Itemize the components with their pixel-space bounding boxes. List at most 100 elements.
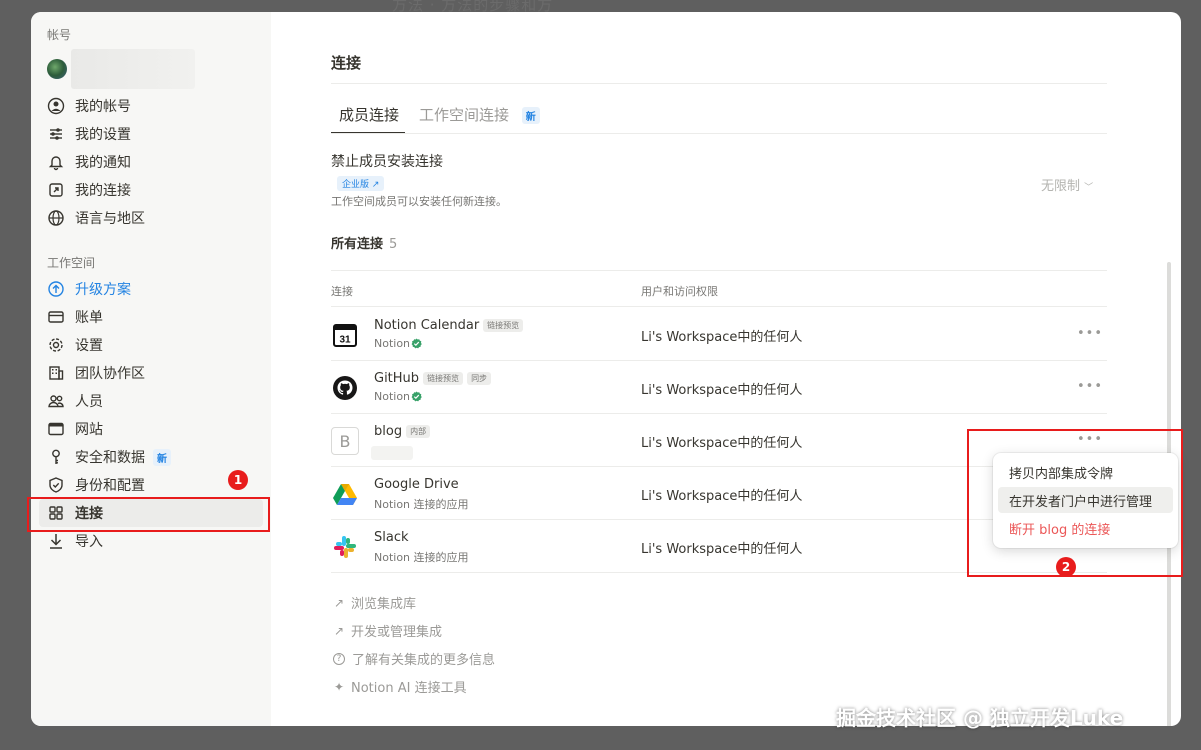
connection-name: Google Drive	[374, 477, 459, 492]
settings-modal: 帐号 我的帐号 我的设置 我的通知 我的连接 语言与地区 工作空间 升级方案 账…	[31, 12, 1181, 726]
sidebar-item-label: 人员	[75, 394, 103, 410]
connection-access: Li's Workspace中的任何人	[641, 383, 803, 398]
user-circle-icon	[47, 97, 65, 115]
sidebar-item-my-notifications[interactable]: 我的通知	[39, 148, 263, 176]
arrow-up-right-icon: ↗	[333, 623, 345, 638]
connection-publisher: Notion 连接的应用	[374, 496, 469, 512]
connection-access: Li's Workspace中的任何人	[641, 542, 803, 557]
sidebar-item-language-region[interactable]: 语言与地区	[39, 204, 263, 232]
building-icon	[47, 364, 65, 382]
account-section-label: 帐号	[47, 28, 72, 42]
sidebar-item-billing[interactable]: 账单	[39, 303, 263, 331]
question-circle-icon: ?	[333, 652, 345, 665]
restrict-install-title: 禁止成员安装连接	[331, 154, 443, 170]
sidebar-item-label: 网站	[75, 422, 103, 438]
annotation-box-1	[27, 497, 270, 532]
account-profile[interactable]	[47, 49, 247, 89]
sidebar-item-teamspaces[interactable]: 团队协作区	[39, 359, 263, 387]
connection-row-github[interactable]: GitHub 链接预览 同步 Notion Li's Workspace中的任何人 …	[331, 361, 1107, 414]
tab-label: 工作空间连接	[419, 106, 510, 124]
connection-name-text: GitHub	[374, 371, 420, 386]
column-header-connection: 连接	[331, 285, 353, 298]
link-label: 开发或管理集成	[351, 625, 443, 640]
link-label: 了解有关集成的更多信息	[352, 653, 496, 668]
tabs-divider	[331, 133, 1107, 134]
connection-access: Li's Workspace中的任何人	[641, 436, 803, 451]
sliders-icon	[47, 125, 65, 143]
link-browse-gallery[interactable]: ↗ 浏览集成库	[331, 593, 416, 613]
settings-sidebar: 帐号 我的帐号 我的设置 我的通知 我的连接 语言与地区 工作空间 升级方案 账…	[31, 12, 271, 726]
workspace-section-label: 工作空间	[47, 256, 96, 270]
connection-name-text: Slack	[374, 530, 409, 545]
publisher-text: Notion	[374, 390, 411, 403]
annotation-box-2	[967, 429, 1183, 577]
slack-icon	[331, 533, 359, 561]
credit-card-icon	[47, 308, 65, 326]
sidebar-item-label: 团队协作区	[75, 366, 145, 382]
external-link-icon	[47, 181, 65, 199]
sidebar-item-settings[interactable]: 设置	[39, 331, 263, 359]
sidebar-item-security-data[interactable]: 安全和数据 新	[39, 443, 263, 471]
watermark: 掘金技术社区 @ 独立开发Luke	[836, 706, 1124, 730]
sidebar-item-people[interactable]: 人员	[39, 387, 263, 415]
sparkle-icon: ✦	[333, 679, 345, 694]
sidebar-item-my-settings[interactable]: 我的设置	[39, 120, 263, 148]
link-notion-ai-connectors[interactable]: ✦ Notion AI 连接工具	[331, 677, 467, 697]
globe-icon	[47, 209, 65, 227]
blurred-publisher	[371, 446, 413, 460]
enterprise-badge[interactable]: 企业版 ↗	[337, 176, 385, 191]
github-icon	[331, 374, 359, 402]
tag-internal: 内部	[406, 425, 431, 438]
sidebar-item-label: 账单	[75, 310, 103, 326]
sidebar-item-my-connections[interactable]: 我的连接	[39, 176, 263, 204]
connection-name: blog 内部	[374, 424, 431, 439]
tag-link-preview: 链接预览	[483, 319, 524, 332]
more-options-button[interactable]: •••	[1077, 379, 1103, 394]
publisher-text: Notion 连接的应用	[374, 551, 469, 564]
sidebar-item-my-account[interactable]: 我的帐号	[39, 92, 263, 120]
select-value: 无限制	[1041, 179, 1081, 194]
connection-row-notion-calendar[interactable]: 31 Notion Calendar 链接预览 Notion Li's Works…	[331, 308, 1107, 361]
sidebar-item-upgrade[interactable]: 升级方案	[39, 275, 263, 303]
link-label: Notion AI 连接工具	[351, 681, 467, 696]
connection-name: Slack	[374, 530, 409, 545]
sidebar-item-label: 我的连接	[75, 183, 131, 199]
link-develop-integrations[interactable]: ↗ 开发或管理集成	[331, 621, 443, 641]
sidebar-item-label: 设置	[75, 338, 103, 354]
sidebar-item-label: 导入	[75, 534, 103, 550]
people-icon	[47, 392, 65, 410]
new-badge: 新	[153, 448, 171, 466]
more-options-button[interactable]: •••	[1077, 326, 1103, 341]
blog-letter-icon: B	[331, 427, 359, 455]
all-connections-title: 所有连接 5	[331, 233, 397, 252]
restrict-install-description: 工作空间成员可以安装任何新连接。	[331, 195, 507, 208]
restrict-install-select[interactable]: 无限制 ﹀	[1041, 175, 1093, 194]
connection-publisher: Notion 连接的应用	[374, 549, 469, 565]
new-badge: 新	[521, 107, 540, 124]
shield-check-icon	[47, 476, 65, 494]
connection-access: Li's Workspace中的任何人	[641, 330, 803, 345]
verified-icon	[411, 338, 422, 349]
link-learn-more[interactable]: ? 了解有关集成的更多信息	[331, 649, 495, 668]
sidebar-item-label: 我的帐号	[75, 99, 131, 115]
sidebar-item-label: 语言与地区	[75, 211, 145, 227]
gear-icon	[47, 336, 65, 354]
publisher-text: Notion 连接的应用	[374, 498, 469, 511]
avatar	[47, 59, 67, 79]
annotation-number-1: 1	[228, 470, 248, 490]
connection-publisher: Notion	[374, 390, 422, 403]
google-drive-icon	[331, 480, 359, 508]
download-icon	[47, 532, 65, 550]
connections-count: 5	[389, 237, 398, 252]
tab-member-connections[interactable]: 成员连接	[339, 104, 399, 125]
verified-icon	[411, 391, 422, 402]
divider	[331, 83, 1107, 84]
connection-name: Notion Calendar 链接预览	[374, 318, 524, 333]
account-name-blurred	[71, 49, 195, 89]
sidebar-item-sites[interactable]: 网站	[39, 415, 263, 443]
publisher-text: Notion	[374, 337, 411, 350]
upgrade-arrow-icon	[47, 280, 65, 298]
tab-workspace-connections[interactable]: 工作空间连接 新	[419, 104, 540, 125]
bell-icon	[47, 153, 65, 171]
connection-publisher: Notion	[374, 337, 422, 350]
